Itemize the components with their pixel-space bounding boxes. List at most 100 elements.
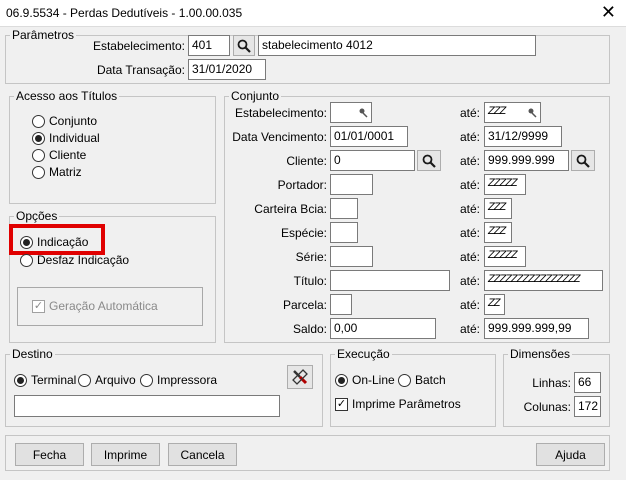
conjunto-legend: Conjunto [231, 89, 280, 103]
opcoes-radio-desfaz[interactable]: Desfaz Indicação [20, 253, 129, 267]
radio-circle [32, 114, 45, 128]
conjunto-to-input[interactable]: ZZZZZ [484, 246, 526, 267]
checkmark-icon: ✓ [335, 397, 348, 411]
destino-radio-impressora[interactable]: Impressora [140, 373, 217, 387]
title-bar: 06.9.5534 - Perdas Dedutíveis - 1.00.00.… [0, 0, 626, 27]
imprime-parametros-checkbox[interactable]: ✓ Imprime Parâmetros [335, 397, 461, 411]
ate-label: até: [459, 106, 480, 120]
acesso-radio-individual[interactable]: Individual [32, 131, 100, 145]
pin-icon [359, 108, 368, 118]
conjunto-to-input[interactable]: 999.999.999 [484, 150, 569, 171]
acesso-radio-conjunto[interactable]: Conjunto [32, 114, 97, 128]
conjunto-to-input[interactable]: ZZZ [484, 198, 512, 219]
radio-circle [398, 373, 411, 387]
destino-radio-arquivo[interactable]: Arquivo [78, 373, 136, 387]
ate-label: até: [459, 202, 480, 216]
conjunto-label: Espécie: [280, 226, 327, 240]
conjunto-from-input[interactable] [330, 102, 372, 123]
imprime-button[interactable]: Imprime [91, 443, 160, 466]
radio-label: Cliente [49, 148, 87, 162]
radio-circle [32, 131, 45, 145]
execucao-group: Execução [330, 347, 496, 427]
conjunto-label: Saldo: [292, 322, 327, 336]
conjunto-from-input[interactable] [330, 198, 358, 219]
colunas-input[interactable]: 172 [574, 396, 601, 417]
checkbox-label: Geração Automática [49, 299, 158, 313]
estabelecimento-input[interactable]: 401 [188, 35, 230, 56]
estabelecimento-label: Estabelecimento: [92, 39, 185, 53]
pin-icon [528, 108, 537, 118]
conjunto-from-input[interactable] [330, 222, 358, 243]
geracao-automatica-checkbox[interactable]: ✓ Geração Automática [32, 299, 158, 313]
conjunto-label: Cliente: [286, 154, 327, 168]
conjunto-to-input[interactable]: ZZ [484, 294, 505, 315]
conjunto-from-input[interactable] [330, 294, 352, 315]
radio-circle [335, 373, 348, 387]
conjunto-from-input[interactable] [330, 246, 373, 267]
colunas-label: Colunas: [523, 400, 571, 414]
ate-label: até: [459, 322, 480, 336]
execucao-radio-online[interactable]: On-Line [335, 373, 395, 387]
conjunto-to-input[interactable]: 31/12/9999 [484, 126, 562, 147]
radio-label: Impressora [157, 373, 218, 387]
search-icon[interactable] [417, 150, 441, 171]
conjunto-label: Portador: [277, 178, 327, 192]
execucao-radio-batch[interactable]: Batch [398, 373, 446, 387]
radio-label: Indicação [37, 235, 89, 249]
destino-radio-terminal[interactable]: Terminal [14, 373, 76, 387]
radio-label: Conjunto [49, 114, 98, 128]
conjunto-to-input[interactable]: ZZZ [484, 102, 541, 123]
ate-label: até: [459, 130, 480, 144]
acesso-radio-cliente[interactable]: Cliente [32, 148, 86, 162]
ate-label: até: [459, 178, 480, 192]
radio-label: Matriz [49, 165, 82, 179]
search-icon[interactable] [233, 35, 255, 56]
conjunto-from-input[interactable]: 0 [330, 150, 415, 171]
radio-label: Desfaz Indicação [37, 253, 130, 267]
radio-circle [20, 235, 33, 249]
conjunto-label: Parcela: [282, 298, 327, 312]
execucao-legend: Execução [337, 347, 390, 361]
ajuda-button[interactable]: Ajuda [536, 443, 605, 466]
data-transacao-label: Data Transação: [96, 63, 185, 77]
ate-label: até: [459, 154, 480, 168]
radio-label: Arquivo [95, 373, 136, 387]
acesso-radio-matriz[interactable]: Matriz [32, 165, 82, 179]
conjunto-label: Título: [293, 274, 327, 288]
radio-label: On-Line [352, 373, 395, 387]
estabelecimento-description: stabelecimento 4012 [258, 35, 536, 56]
destino-legend: Destino [12, 347, 53, 361]
conjunto-from-input[interactable]: 01/01/0001 [330, 126, 408, 147]
radio-circle [140, 373, 153, 387]
conjunto-from-input[interactable] [330, 270, 450, 291]
conjunto-from-input[interactable]: 0,00 [330, 318, 436, 339]
radio-circle [20, 253, 33, 267]
fecha-button[interactable]: Fecha [15, 443, 84, 466]
radio-label: Terminal [31, 373, 77, 387]
opcoes-radio-indicacao[interactable]: Indicação [20, 235, 88, 249]
ate-label: até: [459, 274, 480, 288]
acesso-legend: Acesso aos Títulos [16, 89, 118, 103]
conjunto-label: Data Vencimento: [232, 130, 327, 144]
tools-icon[interactable] [287, 365, 313, 389]
data-transacao-input[interactable]: 31/01/2020 [188, 59, 266, 80]
destino-file-input[interactable] [14, 395, 280, 417]
conjunto-to-input[interactable]: ZZZZZZZZZZZZZZZZ [484, 270, 603, 291]
conjunto-from-input[interactable] [330, 174, 373, 195]
parametros-legend: Parâmetros [12, 28, 75, 42]
conjunto-to-input[interactable]: ZZZ [484, 222, 512, 243]
cancela-button[interactable]: Cancela [168, 443, 237, 466]
conjunto-to-input[interactable]: ZZZZZ [484, 174, 526, 195]
radio-label: Individual [49, 131, 100, 145]
close-icon[interactable]: ✕ [601, 2, 616, 23]
checkmark-icon: ✓ [32, 299, 45, 313]
ate-label: até: [459, 298, 480, 312]
opcoes-legend: Opções [16, 209, 58, 223]
conjunto-label: Série: [295, 250, 327, 264]
linhas-input[interactable]: 66 [574, 372, 601, 393]
radio-label: Batch [415, 373, 446, 387]
linhas-label: Linhas: [532, 376, 571, 390]
search-icon[interactable] [571, 150, 595, 171]
radio-circle [32, 148, 45, 162]
conjunto-to-input[interactable]: 999.999.999,99 [484, 318, 589, 339]
